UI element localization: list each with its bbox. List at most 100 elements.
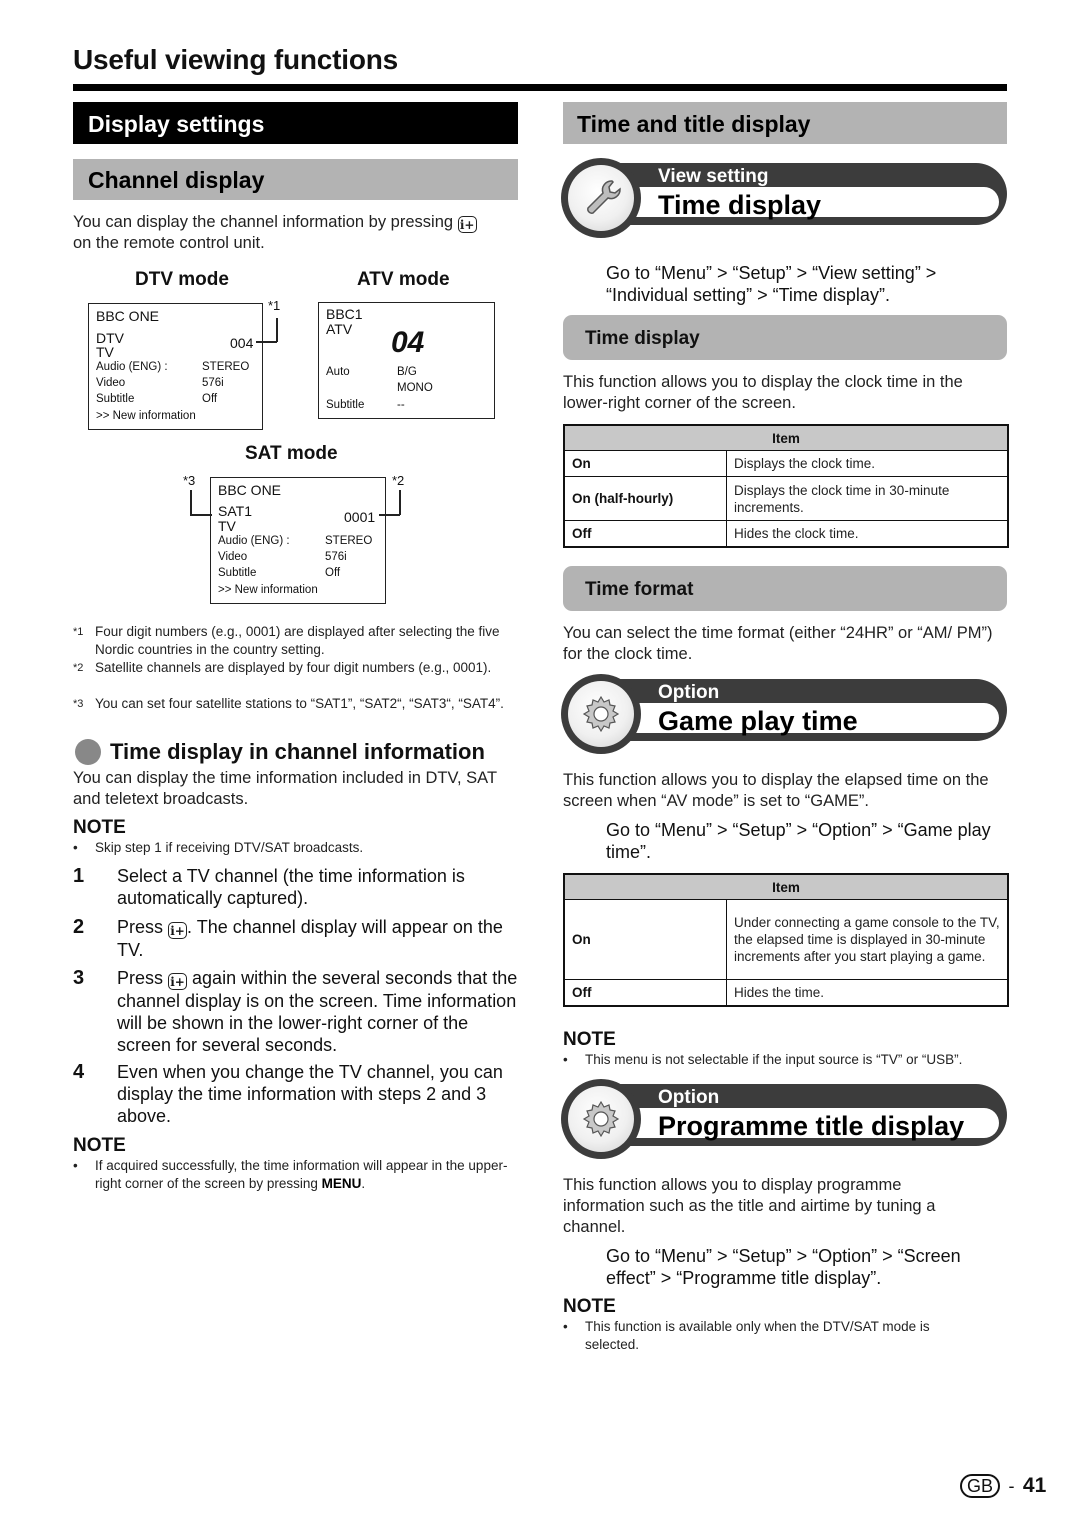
footnote-text: Four digit numbers (e.g., 0001) are disp… [95, 624, 500, 657]
dtv-type: TV [96, 344, 114, 360]
note-item: • This function is available only when t… [563, 1318, 1003, 1358]
step-number: 2 [73, 916, 85, 938]
sat-row-key: Video [218, 551, 248, 563]
note-text: Skip step 1 if receiving DTV/SAT broadca… [95, 840, 364, 855]
programme-title-description: This function allows you to display prog… [563, 1176, 936, 1236]
dtv-row-key: Subtitle [96, 393, 135, 405]
section-title-time-and-title-display: Time and title display [563, 102, 1007, 144]
atv-source: ATV [326, 321, 353, 337]
intro-text-1: You can display the channel information … [73, 213, 454, 231]
menu-path: Go to “Menu” > “Setup” > “Option” > “Gam… [606, 820, 991, 862]
table-cell-value: Hides the clock time. [726, 520, 1009, 547]
note-heading: NOTE [563, 1029, 616, 1050]
dtv-row-key: Audio (ENG) : [96, 361, 168, 373]
feature-category: Option [658, 682, 720, 703]
table-row: On Displays the clock time. [563, 450, 1009, 477]
section-bullet-icon [75, 739, 101, 765]
footnote-text: Satellite channels are displayed by four… [95, 660, 492, 675]
sat-mode-label: SAT mode [245, 443, 338, 464]
sat-new-information: >> New information [218, 584, 318, 596]
dtv-osd-box: BBC ONE DTV TV 004 Audio (ENG) : STEREO … [88, 303, 263, 430]
atv-channel-name: BBC1 [326, 306, 363, 322]
note-item: • This menu is not selectable if the inp… [563, 1052, 963, 1067]
step-text: Press i+ again within the several second… [117, 968, 518, 1055]
feature-title: Programme title display [658, 1111, 965, 1141]
atv-row-key: Subtitle [326, 399, 365, 411]
game-play-table: Item On Under connecting a game console … [563, 873, 1009, 1007]
feature-title: Time display [658, 190, 822, 220]
dtv-channel-number: 004 [230, 335, 254, 351]
footnote: *2 Satellite channels are displayed by f… [73, 659, 523, 695]
region-badge: GB [960, 1474, 1001, 1498]
footnote: *3 You can set four satellite stations t… [73, 695, 523, 731]
sat-source: SAT1 [218, 503, 252, 519]
footnote-mark: *1 [73, 626, 84, 638]
time-display-description: This function allows you to display the … [563, 373, 963, 412]
sat-channel-name: BBC ONE [218, 482, 282, 498]
note-item: • Skip step 1 if receiving DTV/SAT broad… [73, 840, 364, 855]
menu-path: Go to “Menu” > “Setup” > “Option” > “Scr… [606, 1246, 961, 1288]
callout-line [190, 490, 192, 515]
menu-key-label: MENU [321, 1176, 362, 1191]
dtv-row-key: Video [96, 377, 126, 389]
intro-text-2: on the remote control unit. [73, 234, 265, 252]
dtv-new-information: >> New information [96, 410, 196, 422]
atv-osd-box: BBC1 ATV 04 Auto B/G MONO Subtitle -- [318, 302, 495, 419]
sat-row-value: STEREO [325, 535, 373, 547]
feature-title: Game play time [658, 706, 858, 736]
step-number: 4 [73, 1061, 85, 1083]
channel-display-intro: You can display the channel information … [73, 212, 523, 254]
feature-header-programme-title-display: Option Programme title display [561, 1079, 1007, 1159]
feature-header-time-display: View setting Time display [561, 158, 1007, 238]
dtv-channel-name: BBC ONE [96, 308, 160, 324]
footnotes: *1 Four digit numbers (e.g., 0001) are d… [73, 623, 523, 733]
table-cell-value: Displays the clock time. [726, 450, 1009, 477]
feature-category: Option [658, 1087, 720, 1108]
note-heading: NOTE [563, 1296, 616, 1317]
note-text: If acquired successfully, the time infor… [95, 1158, 508, 1191]
sat-row-key: Audio (ENG) : [218, 535, 290, 547]
time-display-table: Item On Displays the clock time. On (hal… [563, 424, 1009, 548]
step-number: 1 [73, 865, 85, 887]
dtv-mode-label: DTV mode [135, 269, 229, 290]
note-heading: NOTE [73, 817, 126, 838]
gear-icon [582, 1100, 620, 1138]
sat-row-key: Subtitle [218, 567, 257, 579]
section-title-display-settings: Display settings [73, 102, 518, 144]
table-cell-key: On [563, 899, 727, 980]
step-number: 3 [73, 967, 85, 989]
game-play-description: This function allows you to display the … [563, 771, 989, 810]
footnote: *1 Four digit numbers (e.g., 0001) are d… [73, 623, 523, 659]
note-item: • If acquired successfully, the time inf… [73, 1158, 508, 1191]
feature-header-game-play-time: Option Game play time [561, 674, 1007, 754]
atv-row-key: Auto [326, 366, 350, 378]
table-header: Item [563, 873, 1009, 900]
footnote-mark-1: *1 [268, 298, 281, 313]
sat-type: TV [218, 518, 236, 534]
wrench-icon [587, 180, 621, 214]
atv-row-value: MONO [397, 382, 433, 394]
time-info-intro: You can display the time information inc… [73, 769, 497, 808]
page-number: 41 [1022, 1474, 1047, 1497]
table-cell-key: Off [563, 520, 727, 547]
table-row: On Under connecting a game console to th… [563, 899, 1009, 980]
dtv-row-value: 576i [202, 377, 224, 389]
table-cell-key: On (half-hourly) [563, 476, 727, 521]
dtv-row-value: Off [202, 393, 218, 405]
footer-separator: - [1008, 1476, 1015, 1496]
table-row: On (half-hourly) Displays the clock time… [563, 476, 1009, 521]
callout-line [276, 318, 278, 342]
info-button-icon: i+ [168, 973, 188, 990]
menu-path: Go to “Menu” > “Setup” > “View setting” … [606, 263, 937, 305]
table-cell-value: Under connecting a game console to the T… [726, 899, 1009, 980]
sat-row-value: 576i [325, 551, 347, 563]
subsection-title-channel-display: Channel display [73, 159, 518, 200]
footnote-mark-2: *2 [392, 473, 405, 488]
table-cell-value: Displays the clock time in 30-minute inc… [726, 476, 1009, 521]
info-button-icon: i+ [168, 922, 188, 939]
page-title: Useful viewing functions [73, 44, 399, 75]
feature-category: View setting [658, 166, 769, 187]
step-text: Press i+. The channel display will appea… [117, 917, 503, 960]
table-row: Off Hides the time. [563, 979, 1009, 1006]
subheading-time-format: Time format [563, 566, 1007, 611]
